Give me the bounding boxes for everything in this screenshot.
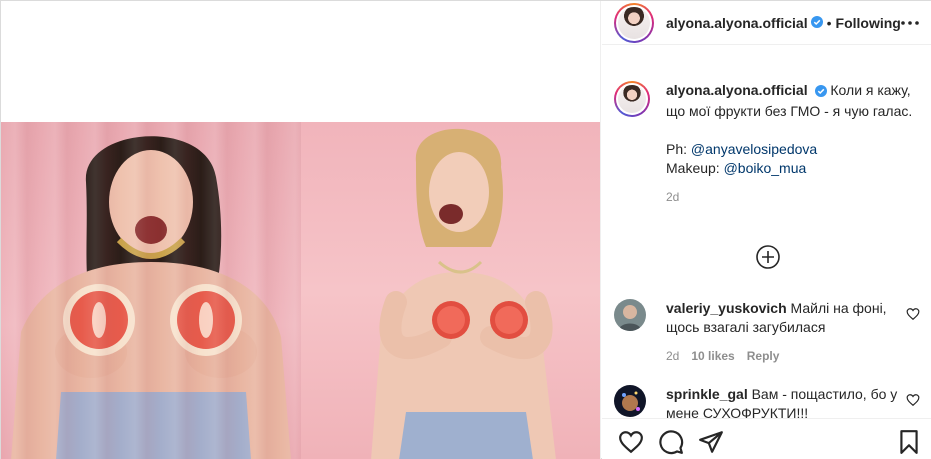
load-more-comments-icon[interactable] bbox=[755, 244, 781, 270]
post-actions-bar bbox=[602, 418, 931, 459]
save-icon[interactable] bbox=[896, 429, 922, 455]
comment-text: valeriy_yuskovich Майлі на фоні, щось вз… bbox=[666, 299, 920, 337]
photo-credit-link[interactable]: @anyavelosipedova bbox=[691, 141, 817, 157]
caption-avatar[interactable] bbox=[614, 81, 650, 117]
verified-badge-icon bbox=[810, 15, 823, 31]
following-button[interactable]: Following bbox=[836, 15, 901, 31]
more-options-icon[interactable] bbox=[900, 13, 920, 33]
post-photo-right bbox=[301, 122, 600, 459]
post-header: alyona.alyona.official • Following bbox=[602, 1, 931, 45]
post-sidebar: alyona.alyona.official • Following alyon… bbox=[602, 1, 931, 459]
commenter-avatar[interactable] bbox=[614, 385, 646, 417]
commenter-username[interactable]: sprinkle_gal bbox=[666, 386, 748, 402]
caption-timestamp[interactable]: 2d bbox=[666, 190, 920, 204]
commenter-avatar[interactable] bbox=[614, 299, 646, 331]
comment-item: sprinkle_gal Вам - пощастило, бо у мене … bbox=[614, 385, 920, 418]
post-media[interactable] bbox=[1, 1, 601, 459]
comments-scroll[interactable]: alyona.alyona.official Коли я кажу, що м… bbox=[602, 63, 931, 418]
comment-meta: 2d 10 likes Reply bbox=[666, 349, 920, 363]
curtain-background bbox=[1, 122, 301, 459]
author-avatar[interactable] bbox=[614, 2, 654, 43]
share-icon[interactable] bbox=[698, 429, 724, 455]
like-icon[interactable] bbox=[618, 429, 644, 455]
person-illustration-right bbox=[371, 128, 556, 459]
photo-credit-label: Ph: bbox=[666, 141, 688, 157]
separator-dot: • bbox=[826, 14, 832, 31]
comment-timestamp[interactable]: 2d bbox=[666, 349, 679, 363]
comment-item: valeriy_yuskovich Майлі на фоні, щось вз… bbox=[614, 299, 920, 363]
verified-badge-icon bbox=[814, 83, 827, 102]
comment-icon[interactable] bbox=[658, 429, 684, 455]
author-username[interactable]: alyona.alyona.official bbox=[666, 15, 808, 31]
comment-text: sprinkle_gal Вам - пощастило, бо у мене … bbox=[666, 385, 920, 418]
post-modal: alyona.alyona.official • Following alyon… bbox=[0, 0, 931, 459]
caption-username[interactable]: alyona.alyona.official bbox=[666, 82, 808, 98]
comment-like-icon[interactable] bbox=[906, 307, 920, 321]
comment-likes[interactable]: 10 likes bbox=[691, 349, 734, 363]
reply-button[interactable]: Reply bbox=[747, 349, 780, 363]
commenter-username[interactable]: valeriy_yuskovich bbox=[666, 300, 787, 316]
post-photo-left bbox=[1, 122, 301, 459]
post-caption: alyona.alyona.official Коли я кажу, що м… bbox=[614, 81, 920, 204]
makeup-credit-link[interactable]: @boiko_mua bbox=[724, 160, 807, 176]
makeup-credit-label: Makeup: bbox=[666, 160, 720, 176]
caption-text: alyona.alyona.official Коли я кажу, що м… bbox=[666, 81, 920, 178]
comment-like-icon[interactable] bbox=[906, 393, 920, 407]
